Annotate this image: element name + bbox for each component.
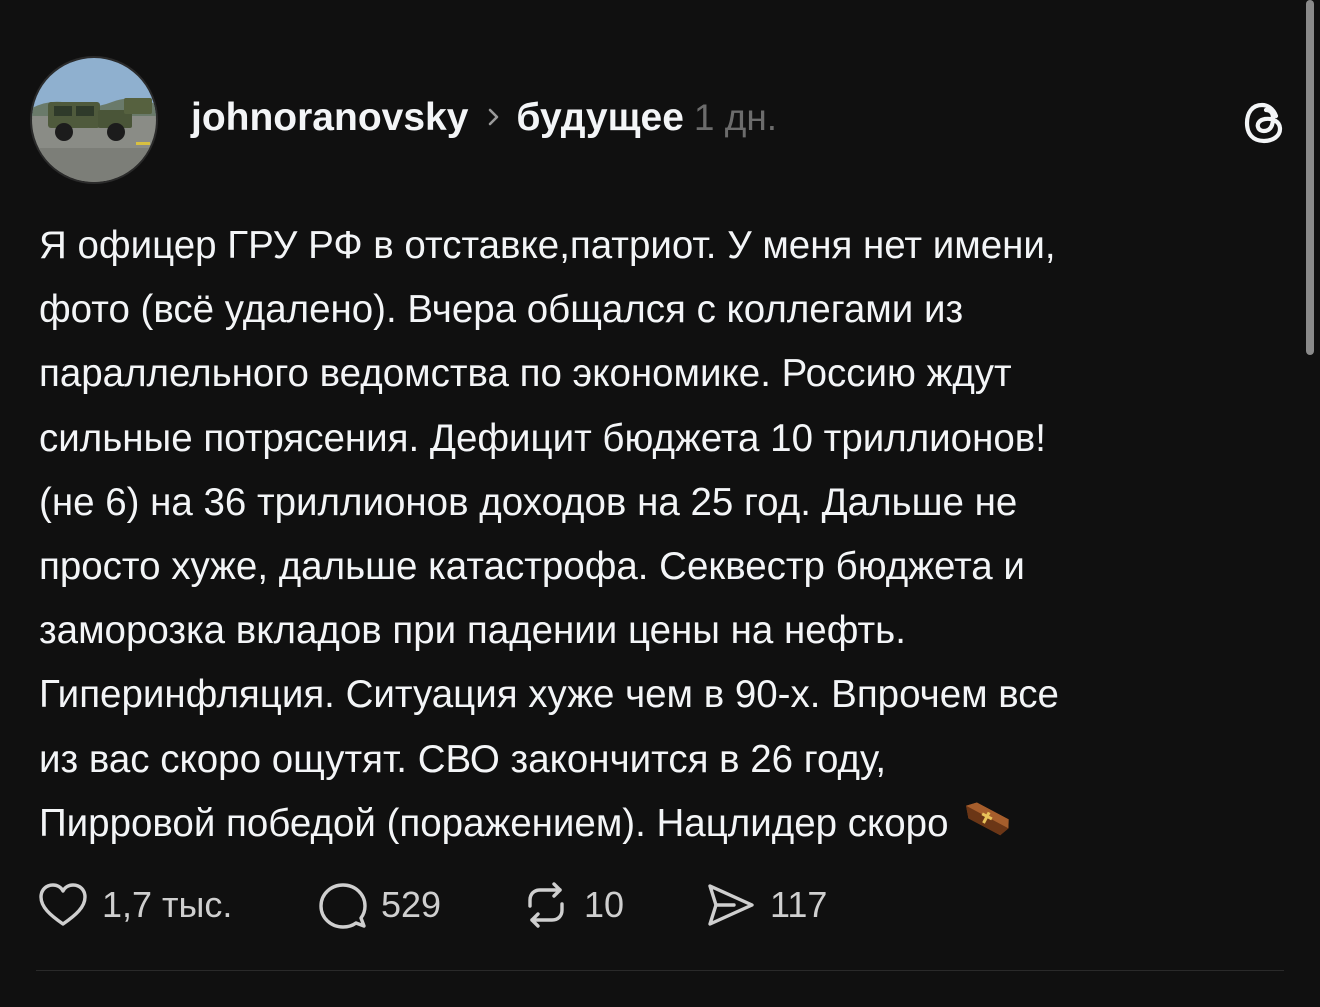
share-button[interactable]: 117 — [704, 880, 827, 930]
share-count: 117 — [770, 884, 828, 925]
send-icon — [704, 880, 758, 930]
avatar[interactable] — [30, 56, 158, 184]
heart-icon — [36, 880, 90, 930]
post-text-line: параллельного ведомства по экономике. Ро… — [39, 352, 1012, 396]
post-text-line: фото (всё удалено). Вчера общался с колл… — [39, 288, 964, 332]
threads-logo-icon[interactable] — [1240, 98, 1290, 148]
reply-count: 529 — [381, 884, 442, 925]
post-time: 1 дн. — [693, 97, 778, 138]
like-button[interactable]: 1,7 тыс. — [36, 880, 317, 930]
repost-icon — [520, 880, 572, 930]
post-text-line: просто хуже, дальше катастрофа. Секвестр… — [39, 545, 1025, 589]
username-link[interactable]: johnoranovsky — [191, 96, 468, 140]
post-text-line: сильные потрясения. Дефицит бюджета 10 т… — [39, 416, 1046, 460]
post-text-line: (не 6) на 36 триллионов доходов на 25 го… — [39, 480, 1018, 524]
repost-count: 10 — [584, 884, 625, 925]
topic-link[interactable]: будущее — [516, 96, 684, 140]
like-count: 1,7 тыс. — [102, 884, 233, 925]
post-text-line: Гиперинфляция. Ситуация хуже чем в 90-х.… — [39, 673, 1059, 717]
post-text-line: Я офицер ГРУ РФ в отставке,патриот. У ме… — [39, 224, 1056, 267]
divider — [36, 970, 1284, 971]
post-text-line: Пирровой победой (поражением). Нацлидер … — [39, 801, 949, 845]
coffin-emoji-icon — [955, 796, 1013, 846]
post-header: johnoranovsky будущее 1 дн. — [30, 56, 1290, 186]
reply-button[interactable]: 529 — [317, 880, 520, 930]
threads-post-page: johnoranovsky будущее 1 дн. Я офицер ГРУ… — [0, 0, 1320, 1007]
post-text: Я офицер ГРУ РФ в отставке,патриот. У ме… — [39, 214, 1279, 856]
repost-button[interactable]: 10 — [520, 880, 704, 930]
chevron-right-icon — [478, 98, 510, 128]
post-text-line-last: Пирровой победой (поражением). Нацлидер … — [39, 792, 1279, 856]
post-text-line: из вас скоро ощутят. СВО закончится в 26… — [39, 737, 887, 781]
post-meta: johnoranovsky будущее 1 дн. — [191, 96, 777, 140]
post-actions: 1,7 тыс. 529 10 117 — [36, 875, 827, 935]
comment-bubble-icon — [317, 880, 369, 930]
scrollbar[interactable] — [1306, 0, 1314, 355]
post-text-line: заморозка вкладов при падении цены на не… — [39, 609, 906, 653]
